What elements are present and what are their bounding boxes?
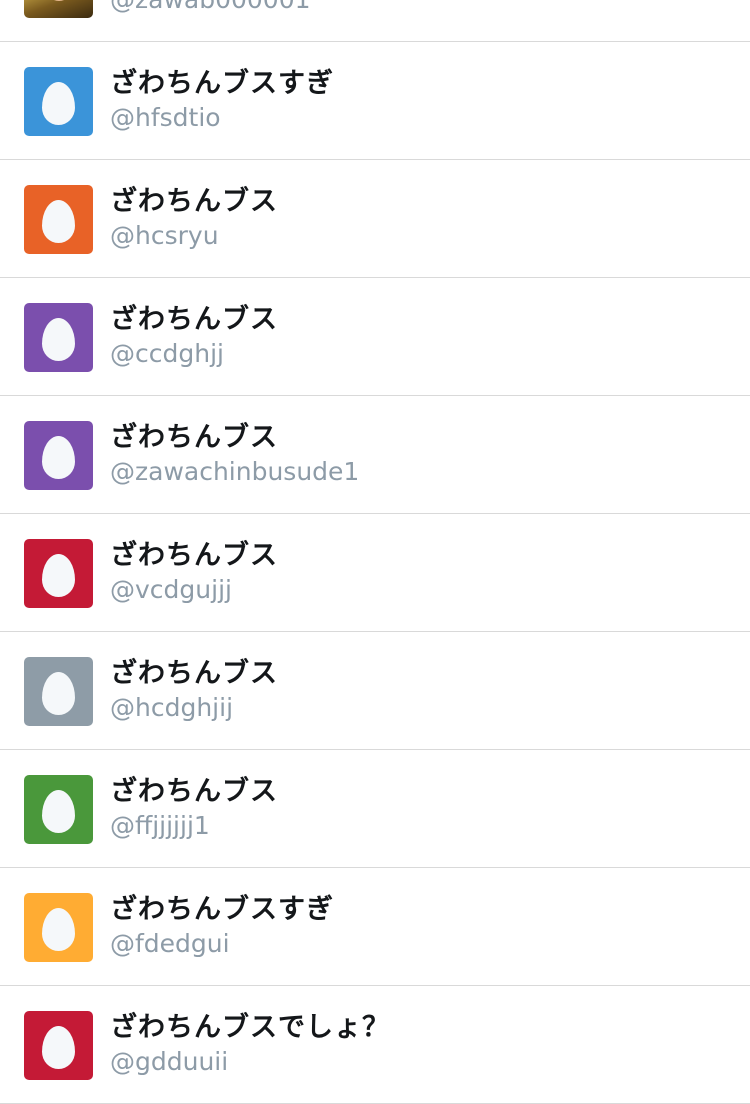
user-row[interactable]: ざわちんブス @zawachinbusude1	[0, 396, 750, 514]
egg-icon	[42, 907, 75, 951]
user-row[interactable]: ざわちんブス @ccdghjj	[0, 278, 750, 396]
user-handle: @hcdghjij	[110, 693, 234, 722]
user-row[interactable]: ざわちんブスでしょ？ @gdduuii	[0, 986, 750, 1104]
avatar[interactable]	[24, 539, 93, 608]
egg-icon	[42, 199, 75, 243]
user-display-name: ざわちんブス	[110, 540, 278, 571]
user-handle: @gdduuii	[110, 1047, 229, 1076]
user-display-name: ざわちんブスすぎ	[110, 894, 334, 925]
avatar[interactable]	[24, 775, 93, 844]
egg-icon	[42, 1025, 75, 1069]
user-row[interactable]: ざわちんブス @hcsryu	[0, 160, 750, 278]
user-row[interactable]: ざわちんブス @hcdghjij	[0, 632, 750, 750]
user-handle: @hcsryu	[110, 221, 219, 250]
user-handle: @hfsdtio	[110, 103, 221, 132]
avatar[interactable]	[24, 303, 93, 372]
user-display-name: ざわちんブス	[110, 186, 278, 217]
user-display-name: ざわちんブスすぎ	[110, 68, 334, 99]
avatar[interactable]	[24, 421, 93, 490]
egg-icon	[42, 435, 75, 479]
user-display-name: ざわちんブス	[110, 422, 278, 453]
user-handle: @ffjjjjjj1	[110, 811, 210, 840]
user-list: @zawab000001 ざわちんブスすぎ @hfsdtio ざわちんブス @h…	[0, 0, 750, 1104]
user-display-name: ざわちんブス	[110, 658, 278, 689]
avatar[interactable]	[24, 67, 93, 136]
user-handle: @zawab000001	[110, 0, 311, 16]
user-row[interactable]: ざわちんブス @vcdgujjj	[0, 514, 750, 632]
egg-icon	[42, 671, 75, 715]
user-row[interactable]: ざわちんブスすぎ @fdedgui	[0, 868, 750, 986]
user-handle: @ccdghjj	[110, 339, 224, 368]
user-display-name: ざわちんブスでしょ？	[110, 1012, 390, 1043]
user-row[interactable]: ざわちんブス @ffjjjjjj1	[0, 750, 750, 868]
avatar[interactable]	[24, 657, 93, 726]
user-handle: @fdedgui	[110, 929, 230, 958]
avatar[interactable]	[24, 0, 93, 18]
avatar[interactable]	[24, 185, 93, 254]
user-display-name: ざわちんブス	[110, 776, 278, 807]
egg-icon	[42, 789, 75, 833]
profile-photo-icon	[44, 0, 74, 1]
avatar[interactable]	[24, 1011, 93, 1080]
user-handle: @zawachinbusude1	[110, 457, 360, 486]
user-display-name: ざわちんブス	[110, 304, 278, 335]
egg-icon	[42, 317, 75, 361]
user-row[interactable]: ざわちんブスすぎ @hfsdtio	[0, 42, 750, 160]
user-handle: @vcdgujjj	[110, 575, 232, 604]
user-row[interactable]: @zawab000001	[0, 0, 750, 42]
avatar[interactable]	[24, 893, 93, 962]
egg-icon	[42, 81, 75, 125]
egg-icon	[42, 553, 75, 597]
